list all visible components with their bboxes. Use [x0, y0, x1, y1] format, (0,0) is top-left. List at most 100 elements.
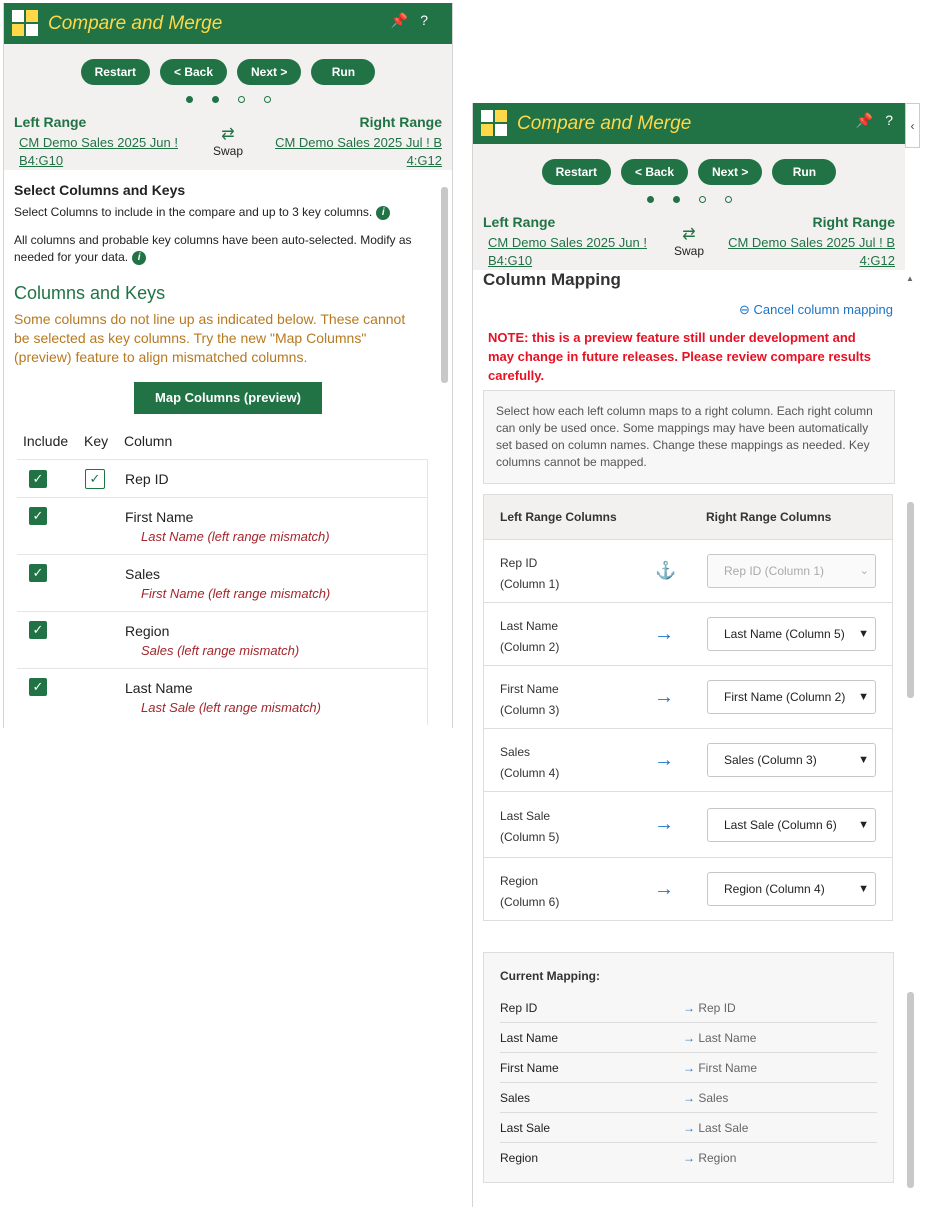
column-row: ✓ Sales First Name (left range mismatch)	[17, 554, 427, 611]
include-header: Include	[23, 433, 69, 449]
mapping-to: Last Name	[698, 1030, 757, 1045]
left-column-name: Sales	[500, 745, 531, 759]
swap-button[interactable]: ⇄ Swap	[674, 226, 704, 258]
mapping-row: First Name (Column 3) → First Name (Colum…	[483, 666, 893, 729]
mapping-from: Rep ID	[500, 1000, 538, 1015]
key-checkbox[interactable]: ✓	[85, 469, 105, 489]
arrow-right-icon: →	[654, 622, 674, 645]
cancel-mapping-link[interactable]: ⊖ Cancel column mapping	[483, 302, 895, 318]
column-row: ✓ First Name Last Name (left range misma…	[17, 497, 427, 554]
toolbar-area: Restart < Back Next > Run Left Range CM …	[473, 144, 905, 270]
pin-icon[interactable]: 📌	[856, 112, 873, 129]
left-column-name: Rep ID	[500, 556, 538, 570]
right-column-select[interactable]: Sales (Column 3) ▼	[707, 743, 876, 777]
run-button[interactable]: Run	[311, 59, 376, 85]
arrow-right-icon: →	[683, 1000, 695, 1015]
left-range-link[interactable]: CM Demo Sales 2025 Jun ! B4:G10	[483, 234, 647, 270]
info-icon[interactable]: i	[376, 205, 391, 220]
step-indicator	[473, 185, 905, 214]
right-range-label: Right Range	[812, 214, 895, 230]
include-checkbox[interactable]: ✓	[29, 507, 47, 525]
left-column-name: Region	[500, 874, 539, 888]
current-mapping-row: Region → Region	[500, 1143, 877, 1172]
next-button[interactable]: Next >	[698, 159, 763, 185]
chevron-down-icon: ▼	[858, 883, 869, 895]
column-row: ✓ Region Sales (left range mismatch)	[17, 611, 427, 668]
mapping-row: Rep ID (Column 1) ⚓ Rep ID (Column 1) ⌄	[483, 540, 893, 603]
arrow-right-icon: →	[654, 813, 674, 835]
arrow-right-icon: →	[683, 1150, 695, 1165]
restart-button[interactable]: Restart	[541, 159, 611, 185]
right-taskpane: Compare and Merge 📌 ? ‹ Restart < Back N…	[472, 103, 920, 1207]
left-columns-header: Left Range Columns	[500, 510, 617, 524]
mismatch-label: Last Name (left range mismatch)	[141, 529, 330, 544]
mapping-to: Sales	[698, 1090, 729, 1105]
include-checkbox[interactable]: ✓	[29, 621, 47, 639]
help-icon[interactable]: ?	[420, 12, 428, 29]
include-checkbox[interactable]: ✓	[29, 564, 47, 582]
scrollbar[interactable]	[441, 187, 448, 383]
app-header: Compare and Merge 📌 ?	[4, 3, 452, 44]
left-range-link[interactable]: CM Demo Sales 2025 Jun ! B4:G10	[14, 134, 178, 170]
back-button[interactable]: < Back	[159, 59, 228, 85]
step-dot	[672, 196, 680, 203]
right-range-link[interactable]: CM Demo Sales 2025 Jul ! B 4:G12	[275, 134, 442, 170]
left-column-name: First Name	[500, 682, 559, 696]
column-name: Region	[125, 623, 170, 639]
left-column-name: Last Sale	[500, 809, 551, 823]
step-dot	[724, 196, 732, 203]
chevron-down-icon: ⌄	[859, 565, 869, 577]
right-body: ▲ Column Mapping ⊖ Cancel column mapping…	[473, 270, 914, 1188]
right-columns-header: Right Range Columns	[706, 510, 832, 524]
include-checkbox[interactable]: ✓	[29, 470, 47, 488]
current-mapping-row: Last Name → Last Name	[500, 1023, 877, 1053]
chevron-down-icon: ▼	[858, 818, 869, 831]
column-name: Sales	[125, 566, 161, 582]
mapping-from: Last Sale	[500, 1120, 551, 1135]
right-column-select[interactable]: First Name (Column 2) ▼	[707, 680, 876, 714]
mapping-row: Region (Column 6) → Region (Column 4) ▼	[483, 858, 893, 921]
mapping-from: First Name	[500, 1060, 559, 1075]
app-header: Compare and Merge 📌 ?	[473, 103, 905, 144]
collapse-chevron-icon[interactable]: ‹	[905, 103, 920, 148]
mismatch-label: First Name (left range mismatch)	[141, 586, 331, 601]
column-name: First Name	[125, 509, 194, 525]
pin-icon[interactable]: 📌	[391, 12, 408, 29]
scrollbar[interactable]	[907, 502, 914, 698]
left-range-label: Left Range	[483, 214, 556, 230]
mapping-row: Last Sale (Column 5) → Last Sale (Column …	[483, 792, 893, 858]
step-indicator	[4, 85, 452, 114]
right-column-select[interactable]: Region (Column 4) ▼	[707, 872, 876, 906]
instructions-box: Select how each left column maps to a ri…	[483, 390, 895, 484]
scroll-up-icon[interactable]: ▲	[906, 274, 914, 283]
right-column-select[interactable]: Last Name (Column 5) ▼	[707, 617, 876, 651]
app-logo-icon	[12, 9, 40, 38]
restart-button[interactable]: Restart	[80, 59, 150, 85]
right-column-select: Rep ID (Column 1) ⌄	[707, 554, 876, 588]
map-columns-button[interactable]: Map Columns (preview)	[134, 382, 322, 414]
right-range-link[interactable]: CM Demo Sales 2025 Jul ! B 4:G12	[728, 234, 895, 270]
arrow-right-icon: →	[654, 748, 674, 771]
next-button[interactable]: Next >	[237, 59, 302, 85]
left-column-index: (Column 5)	[500, 830, 560, 844]
mapping-to: Rep ID	[698, 1000, 736, 1015]
preview-note: NOTE: this is a preview feature still un…	[488, 330, 871, 383]
mismatch-label: Last Sale (left range mismatch)	[141, 700, 321, 715]
include-checkbox[interactable]: ✓	[29, 678, 47, 696]
arrow-right-icon: →	[654, 685, 674, 708]
step-dot	[646, 196, 654, 203]
mapping-from: Last Name	[500, 1030, 559, 1045]
scrollbar[interactable]	[907, 992, 914, 1188]
back-button[interactable]: < Back	[620, 159, 689, 185]
left-column-index: (Column 4)	[500, 766, 560, 780]
section-title: Column Mapping	[483, 270, 621, 289]
swap-button[interactable]: ⇄ Swap	[213, 126, 243, 158]
run-button[interactable]: Run	[772, 159, 837, 185]
info-icon[interactable]: i	[132, 250, 147, 265]
help-icon[interactable]: ?	[885, 112, 893, 129]
right-column-select[interactable]: Last Sale (Column 6) ▼	[707, 807, 876, 842]
current-mapping-panel: Current Mapping: Rep ID → Rep ID Last Na…	[483, 952, 894, 1183]
mapping-row: Last Name (Column 2) → Last Name (Column …	[483, 603, 893, 666]
column-name: Last Name	[125, 680, 193, 696]
cancel-icon: ⊖	[739, 302, 750, 317]
